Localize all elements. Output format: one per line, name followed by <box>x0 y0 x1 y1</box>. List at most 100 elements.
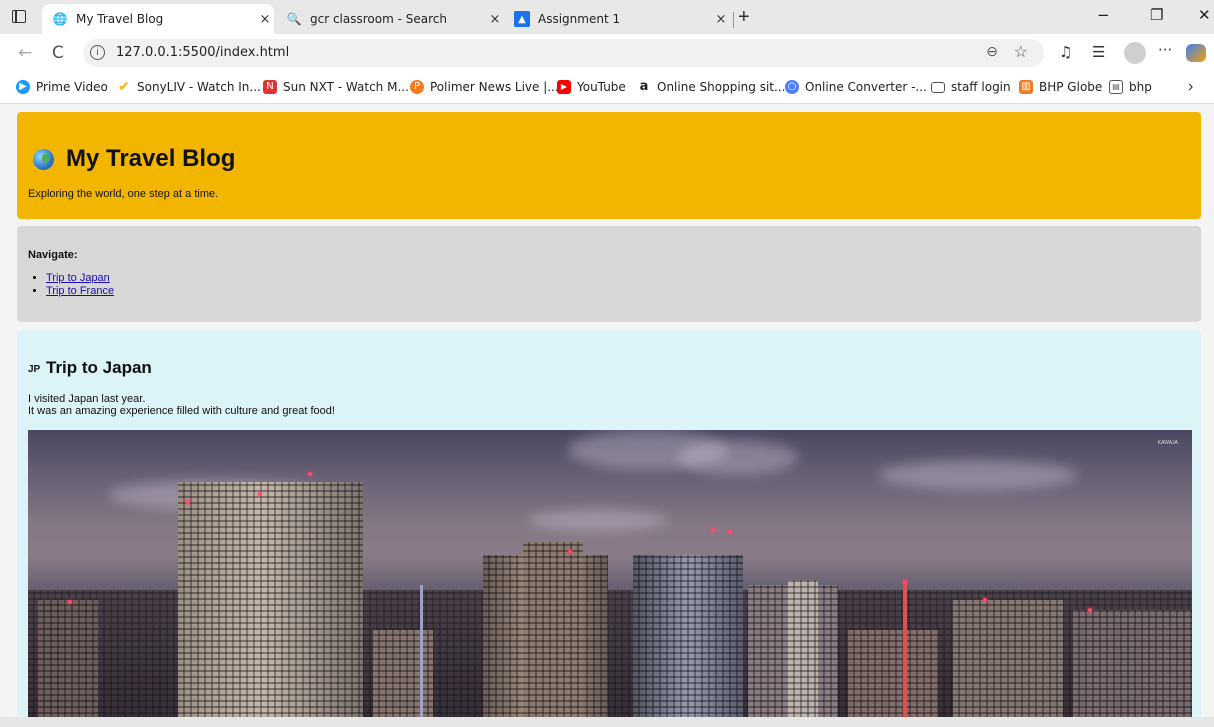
building <box>788 580 818 717</box>
bookmark-label: Prime Video <box>36 80 108 94</box>
navigation-box: Navigate: Trip to Japan Trip to France <box>17 226 1201 322</box>
cloud <box>678 440 798 475</box>
site-tagline: Exploring the world, one step at a time. <box>28 188 219 200</box>
building <box>38 600 98 717</box>
building <box>1073 610 1192 717</box>
calendar-icon: ▤ <box>1109 80 1123 94</box>
bookmark-label: BHP Globe <box>1039 80 1103 94</box>
bookmark-youtube[interactable]: ▶ YouTube <box>557 80 626 94</box>
red-light <box>983 598 987 602</box>
red-light <box>308 472 312 476</box>
bookmark-sun-nxt[interactable]: N Sun NXT - Watch M... <box>263 80 409 94</box>
red-light <box>186 500 190 504</box>
bookmark-label: Online Shopping sit... <box>657 80 786 94</box>
new-tab-button[interactable]: + <box>738 6 750 29</box>
bookmark-label: Online Converter -... <box>805 80 927 94</box>
bookmark-polimer-news[interactable]: P Polimer News Live |... <box>410 80 559 94</box>
profile-icon[interactable] <box>1124 42 1146 64</box>
bookmark-online-shopping[interactable]: a Online Shopping sit... <box>637 79 786 95</box>
nav-list: Trip to Japan Trip to France <box>46 272 114 298</box>
section-text-line2: It was an amazing experience filled with… <box>28 405 335 417</box>
tab-title: Assignment 1 <box>538 12 621 26</box>
nav-list-item: Trip to France <box>46 285 114 298</box>
bottom-edge <box>0 717 1214 727</box>
tab-title: My Travel Blog <box>76 12 164 26</box>
tower-spire <box>903 580 907 717</box>
prime-video-icon: ▶ <box>16 80 30 94</box>
nav-link-trip-to-france[interactable]: Trip to France <box>46 285 114 297</box>
cloud <box>528 510 668 530</box>
read-aloud-icon[interactable]: ♫ <box>1059 43 1072 61</box>
bookmark-label: SonyLIV - Watch In... <box>137 80 261 94</box>
section-title: Trip to Japan <box>46 358 152 377</box>
youtube-icon: ▶ <box>557 80 571 94</box>
close-window-button[interactable]: ✕ <box>1198 6 1211 24</box>
bookmark-online-converter[interactable]: ○ Online Converter -... <box>785 80 927 94</box>
reload-button[interactable]: C <box>52 43 64 63</box>
nav-list-item: Trip to Japan <box>46 272 114 285</box>
red-light <box>711 528 715 532</box>
url-text[interactable]: 127.0.0.1:5500/index.html <box>116 45 289 60</box>
bookmark-bhp-globe[interactable]: ▥ BHP Globe <box>1019 80 1102 94</box>
close-tab-icon[interactable]: × <box>256 12 274 27</box>
bookmark-label: staff login <box>951 80 1011 94</box>
building <box>633 555 743 717</box>
minimize-button[interactable]: − <box>1097 6 1110 24</box>
site-header: My Travel Blog Exploring the world, one … <box>17 112 1201 219</box>
amazon-icon: a <box>639 79 649 94</box>
building <box>373 630 433 717</box>
bookmark-label: YouTube <box>577 80 626 94</box>
sun-nxt-icon: N <box>263 80 277 94</box>
classroom-icon: ▲ <box>514 11 530 27</box>
tab-my-travel-blog[interactable]: 🌐 My Travel Blog × <box>42 4 274 34</box>
bookmark-label: Sun NXT - Watch M... <box>283 80 409 94</box>
red-light <box>1088 608 1092 612</box>
copilot-icon[interactable] <box>1186 44 1206 62</box>
bookmarks-bar: ▶ Prime Video ✔ SonyLIV - Watch In... N … <box>0 72 1214 104</box>
polimer-icon: P <box>410 80 424 94</box>
globe-icon <box>33 149 54 170</box>
bookmark-bhp[interactable]: ▤ bhp <box>1109 80 1152 94</box>
tab-assignment-1[interactable]: ▲ Assignment 1 × <box>504 4 730 34</box>
tab-gcr-classroom-search[interactable]: 🔍 gcr classroom - Search × <box>276 4 504 34</box>
more-icon[interactable]: ··· <box>1158 41 1172 59</box>
bookmark-prime-video[interactable]: ▶ Prime Video <box>16 80 108 94</box>
restore-button[interactable]: ❐ <box>1150 6 1163 24</box>
building <box>848 630 938 717</box>
building <box>523 542 583 717</box>
building <box>953 600 1063 717</box>
site-title: My Travel Blog <box>66 145 236 172</box>
red-light <box>258 492 262 496</box>
tab-actions-icon[interactable] <box>12 10 26 23</box>
sonyliv-icon: ✔ <box>118 79 130 95</box>
bookmarks-more-icon[interactable]: › <box>1188 78 1193 96</box>
cloud <box>878 460 1078 490</box>
folder-icon <box>931 81 945 93</box>
bookmark-label: bhp <box>1129 80 1152 94</box>
zoom-icon[interactable]: ⊖ <box>986 43 998 60</box>
nav-link-trip-to-japan[interactable]: Trip to Japan <box>46 272 110 284</box>
bookmark-staff-login[interactable]: staff login <box>931 80 1011 94</box>
tab-separator <box>733 12 734 28</box>
tower-spire <box>420 585 423 717</box>
address-bar[interactable]: i 127.0.0.1:5500/index.html ⊖ ☆ <box>83 39 1044 67</box>
site-info-icon[interactable]: i <box>90 45 105 60</box>
tab-strip: 🌐 My Travel Blog × 🔍 gcr classroom - Sea… <box>0 0 1214 34</box>
red-light <box>728 530 732 534</box>
bhp-globe-icon: ▥ <box>1019 80 1033 94</box>
japan-section: JP Trip to Japan I visited Japan last ye… <box>17 330 1201 717</box>
address-bar-row: ← C i 127.0.0.1:5500/index.html ⊖ ☆ ♫ ☰ … <box>0 34 1214 72</box>
globe-icon: 🌐 <box>52 12 68 26</box>
photo-watermark: KAWAJA <box>1157 440 1178 446</box>
converter-icon: ○ <box>785 80 799 94</box>
bookmark-label: Polimer News Live |... <box>430 80 559 94</box>
red-light <box>568 550 572 554</box>
navigate-heading: Navigate: <box>28 249 78 261</box>
back-button[interactable]: ← <box>18 43 32 63</box>
favorite-star-icon[interactable]: ☆ <box>1014 42 1028 62</box>
favorites-icon[interactable]: ☰ <box>1092 43 1105 61</box>
tokyo-skyline-photo: KAWAJA <box>28 430 1192 717</box>
close-tab-icon[interactable]: × <box>712 12 730 27</box>
bookmark-sonyliv[interactable]: ✔ SonyLIV - Watch In... <box>117 80 261 94</box>
close-tab-icon[interactable]: × <box>486 12 504 27</box>
